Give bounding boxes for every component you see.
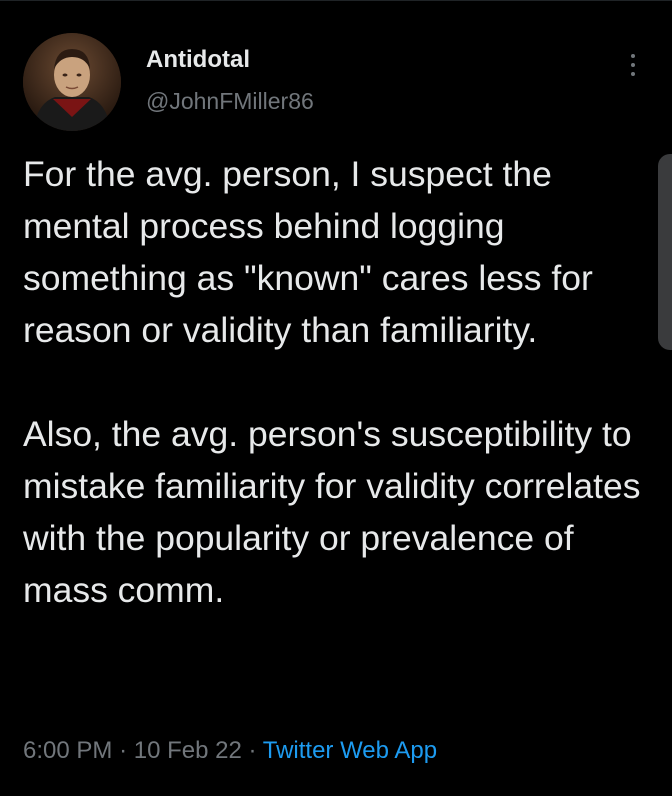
display-name[interactable]: Antidotal (146, 46, 250, 74)
meta-separator: · (119, 737, 128, 764)
more-options-icon[interactable] (624, 49, 642, 79)
avatar[interactable] (23, 33, 121, 131)
tweet-source-link[interactable]: Twitter Web App (263, 737, 437, 764)
user-handle[interactable]: @JohnFMiller86 (146, 88, 314, 115)
tweet-text: For the avg. person, I suspect the menta… (23, 148, 648, 616)
tweet-paragraph: For the avg. person, I suspect the menta… (23, 154, 593, 350)
tweet-paragraph: Also, the avg. person's susceptibility t… (23, 414, 641, 610)
tweet-meta: 6:00 PM · 10 Feb 22 · Twitter Web App (23, 737, 437, 765)
scroll-handle[interactable] (658, 154, 672, 350)
tweet-time[interactable]: 6:00 PM (23, 737, 112, 764)
avatar-portrait-icon (23, 33, 121, 131)
top-divider (0, 0, 672, 1)
meta-separator: · (248, 737, 257, 764)
tweet-date[interactable]: 10 Feb 22 (134, 737, 242, 764)
